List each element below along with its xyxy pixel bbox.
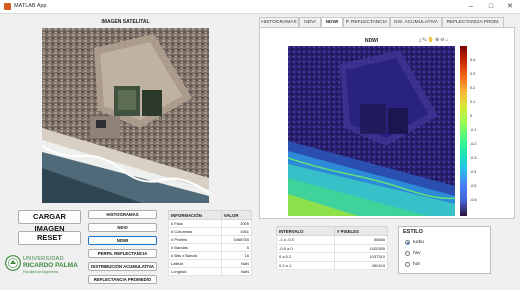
logo-line2: RICARDO PALMA: [23, 262, 78, 269]
colorbar-tick: 0: [470, 114, 473, 118]
info-table: INFORMACIÓN VALOR # Filas 1005 # Columnas…: [168, 210, 253, 276]
colorbar-tick: 0.4: [470, 58, 476, 62]
close-icon[interactable]: ✕: [501, 1, 519, 12]
info-value: NaN: [220, 259, 253, 268]
load-image-button[interactable]: CARGAR IMAGEN: [18, 210, 81, 233]
info-value: 3468750: [220, 235, 253, 244]
info-value: 16: [220, 251, 253, 260]
info-value: NaN: [220, 267, 253, 276]
interval-label: 0.2 a 1: [275, 260, 336, 270]
reflectance-profile-button[interactable]: PERFIL REFLECTANCIA: [88, 249, 157, 258]
tab-reflectancia-prom[interactable]: REFLECTANCIA PROM.: [442, 17, 504, 27]
colorbar-tick: 0.1: [470, 100, 476, 104]
histograms-button[interactable]: HISTOGRAMAS: [88, 210, 157, 219]
info-label: Longitud: [168, 267, 222, 276]
pixels-header: # PIXELES: [334, 226, 388, 236]
colorbar-tick: 0.3: [470, 72, 476, 76]
info-header-info: INFORMACIÓN: [168, 210, 222, 220]
reset-button[interactable]: RESET: [18, 231, 81, 245]
tab-ndvi[interactable]: NDVI: [299, 17, 321, 27]
style-group: ESTILO turbo hsv hot: [398, 226, 491, 274]
colorbar-tick: 0.2: [470, 86, 476, 90]
table-row[interactable]: # Bits x Banda 16: [168, 251, 253, 260]
colorbar-tick: -0.2: [470, 142, 477, 146]
colorbar-tick: -0.6: [470, 198, 477, 202]
colorbar-tick: -0.1: [470, 128, 477, 132]
interval-label: 0 a 0.2: [275, 252, 336, 262]
radio-hot[interactable]: [405, 262, 410, 267]
axes-toolbar: ⤓✎✋⊕⊖⌂: [419, 37, 449, 43]
table-row[interactable]: -0.5 a 0 1920355: [275, 243, 388, 253]
logo-line3: Facultad de Ingeniería: [23, 270, 58, 274]
pixel-count: 1037310: [334, 252, 388, 262]
table-row[interactable]: # Pixeles 3468750: [168, 235, 253, 244]
style-title: ESTILO: [403, 229, 423, 235]
info-label: Latitud: [168, 259, 222, 268]
radio-hsv[interactable]: [405, 251, 410, 256]
window-title: MATLAB App: [14, 3, 47, 9]
interval-header: INTERVALO: [275, 226, 336, 236]
colorbar-tick: -0.3: [470, 156, 477, 160]
info-label: # Pixeles: [168, 235, 222, 244]
tab-histogramas[interactable]: HISTOGRAMAS: [259, 17, 299, 27]
table-row[interactable]: 0 a 0.2 1037310: [275, 252, 388, 262]
radio-label: hot: [413, 262, 420, 267]
info-header-value: VALOR: [220, 210, 253, 220]
satellite-title: IMAGEN SATELITAL: [101, 19, 150, 25]
tab-dis-acumulativa[interactable]: DIS. ACUMULATIVA: [390, 17, 442, 27]
table-row[interactable]: # Filas 1005: [168, 219, 253, 228]
info-value: 1005: [220, 219, 253, 228]
colorbar-ticks: 0.4 0.3 0.2 0.1 0 -0.1 -0.2 -0.3 -0.4 -0…: [470, 46, 484, 216]
ndwi-image[interactable]: [287, 46, 456, 216]
radio-label: turbo: [413, 240, 424, 245]
home-icon[interactable]: ⌂: [445, 37, 449, 43]
table-row[interactable]: # Bandas 5: [168, 243, 253, 252]
info-value: 1061: [220, 227, 253, 236]
colorbar: [460, 46, 467, 216]
minimize-icon[interactable]: –: [462, 1, 480, 12]
interval-label: -1 a -0.5: [275, 235, 336, 245]
info-label: # Columnas: [168, 227, 222, 236]
interval-label: -0.5 a 0: [275, 243, 336, 253]
info-label: # Bandas: [168, 243, 222, 252]
ndwi-button[interactable]: NDWI: [88, 236, 157, 245]
cumulative-distribution-button[interactable]: DISTRIBUCIÓN ACUMULATIVA: [88, 262, 157, 271]
colorbar-tick: -0.5: [470, 184, 477, 188]
radio-turbo[interactable]: [405, 240, 410, 245]
pan-icon[interactable]: ✋: [428, 37, 435, 43]
colorbar-tick: -0.4: [470, 170, 477, 174]
table-row[interactable]: Longitud NaN: [168, 267, 253, 276]
maximize-icon[interactable]: □: [482, 1, 500, 12]
ndvi-button[interactable]: NDVI: [88, 223, 157, 232]
pixel-count: 452403: [334, 260, 388, 270]
info-label: # Bits x Banda: [168, 251, 222, 260]
satellite-image: [42, 28, 209, 203]
matlab-icon: [4, 3, 11, 10]
interval-table: INTERVALO # PIXELES -1 a -0.5 55665 -0.5 …: [275, 226, 388, 270]
tab-p-reflectancia[interactable]: P. REFLECTANCIA: [343, 17, 390, 27]
table-row[interactable]: -1 a -0.5 55665: [275, 235, 388, 245]
university-seal-icon: [5, 255, 21, 271]
info-label: # Filas: [168, 219, 222, 228]
pixel-count: 55665: [334, 235, 388, 245]
table-row[interactable]: # Columnas 1061: [168, 227, 253, 236]
average-reflectance-button[interactable]: REFLECTANCIA PROMEDIO: [88, 275, 157, 284]
pixel-count: 1920355: [334, 243, 388, 253]
table-row[interactable]: Latitud NaN: [168, 259, 253, 268]
radio-label: hsv: [413, 251, 421, 256]
info-value: 5: [220, 243, 253, 252]
table-row[interactable]: 0.2 a 1 452403: [275, 260, 388, 270]
title-bar: MATLAB App – □ ✕: [0, 0, 520, 14]
